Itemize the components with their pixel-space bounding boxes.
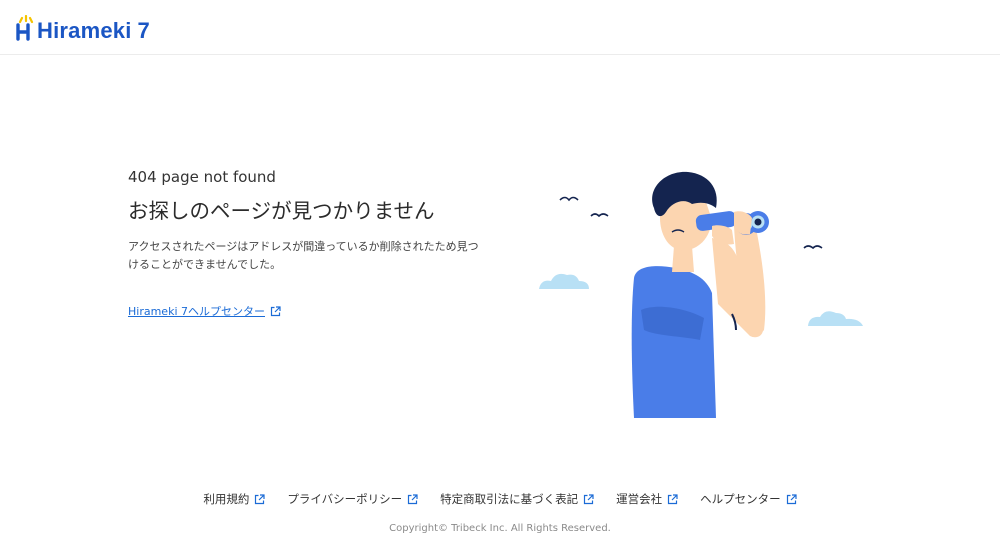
page-title: お探しのページが見つかりません <box>128 199 435 223</box>
site-logo[interactable]: Hirameki 7 <box>16 8 150 48</box>
footer-link-help-center[interactable]: ヘルプセンター <box>700 491 797 507</box>
error-code: 404 page not found <box>128 168 276 186</box>
external-link-icon <box>583 493 594 505</box>
footer-nav: 利用規約 プライバシーポリシー 特定商取引法に基づく表記 運営会社 ヘルプセンタ… <box>0 491 1000 507</box>
bird-icon <box>559 196 579 202</box>
bird-icon <box>590 213 609 218</box>
hirameki-logo-icon <box>16 14 36 41</box>
error-content: 404 page not found お探しのページが見つかりません アクセスさ… <box>128 166 508 318</box>
footer-link-privacy[interactable]: プライバシーポリシー <box>287 491 418 507</box>
footer-link-label: プライバシーポリシー <box>287 492 403 506</box>
external-link-icon <box>407 493 418 505</box>
footer-link-label: 運営会社 <box>616 492 663 506</box>
external-link-icon <box>667 493 678 505</box>
footer-link-label: ヘルプセンター <box>700 492 781 506</box>
illustration-person-with-binoculars <box>536 168 866 420</box>
external-link-icon <box>270 305 281 317</box>
cloud-icon <box>539 273 589 289</box>
bird-icon <box>803 245 823 250</box>
footer-link-terms[interactable]: 利用規約 <box>203 491 265 507</box>
help-center-link-label: Hirameki 7ヘルプセンター <box>128 305 265 318</box>
footer-link-commerce-law[interactable]: 特定商取引法に基づく表記 <box>440 491 594 507</box>
site-header: Hirameki 7 <box>0 0 1000 55</box>
error-description: アクセスされたページはアドレスが間違っているか削除されたため見つけることができま… <box>128 240 479 271</box>
external-link-icon <box>786 493 797 505</box>
cloud-icon <box>808 311 863 326</box>
footer-link-label: 利用規約 <box>203 492 250 506</box>
copyright: Copyright© Tribeck Inc. All Rights Reser… <box>389 523 611 534</box>
external-link-icon <box>254 493 265 505</box>
help-center-link[interactable]: Hirameki 7ヘルプセンター <box>128 303 281 319</box>
footer-link-company[interactable]: 運営会社 <box>616 491 678 507</box>
footer-link-label: 特定商取引法に基づく表記 <box>440 492 579 506</box>
logo-text: Hirameki 7 <box>37 18 150 43</box>
